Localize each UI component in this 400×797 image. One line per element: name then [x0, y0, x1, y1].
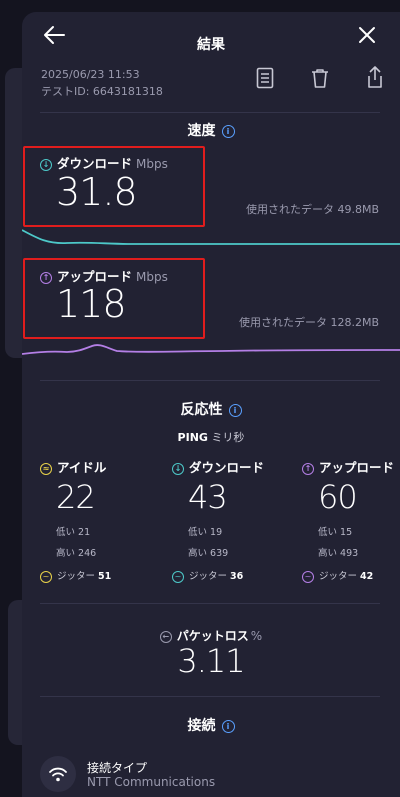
download-data-used: 使用されたデータ 49.8MB [245, 203, 379, 216]
ping-column-upload: ↑ アップロード 60 低い 15 高い 493 ~ ジッター 42 [302, 457, 400, 583]
test-datetime: 2025/06/23 11:53 [41, 68, 140, 81]
ping-column-idle: ≈ アイドル 22 低い 21 高い 246 ~ ジッター 51 [40, 457, 150, 583]
responsiveness-title-text: 反応性 [180, 402, 223, 418]
ping-download-icon: ↓ [172, 462, 184, 475]
packet-loss-label: パケットロス [176, 629, 249, 643]
responsiveness-info-icon[interactable]: i [228, 403, 242, 417]
idle-label: アイドル [57, 460, 107, 475]
ping-download-label: ダウンロード [189, 460, 265, 475]
packet-loss-value: 3.11 [177, 642, 245, 680]
upload-jitter-value: 42 [360, 571, 374, 582]
download-unit: Mbps [136, 157, 168, 171]
upload-data-used: 使用されたデータ 128.2MB [238, 316, 379, 329]
speed-title-text: 速度 [187, 123, 216, 139]
header-divider [40, 112, 380, 113]
speed-divider [40, 380, 380, 381]
idle-ping-value: 22 [56, 478, 96, 516]
document-icon[interactable] [256, 67, 274, 89]
download-value: 31.8 [56, 170, 138, 214]
page-title: 結果 [197, 37, 225, 53]
download-high: 高い 639 [188, 548, 229, 559]
upload-jitter-icon: ~ [302, 570, 314, 583]
connection-section-title: 接続 i [22, 715, 400, 735]
connection-info-icon[interactable]: i [221, 719, 235, 733]
download-jitter-label: ジッター [189, 571, 228, 582]
packet-loss-icon: ← [159, 630, 172, 643]
download-arrow-icon: ↓ [40, 158, 52, 171]
idle-jitter-value: 51 [98, 571, 112, 582]
result-sheet: 結果 2025/06/23 11:53 テストID: 6643181318 速度… [22, 12, 400, 797]
connection-title-text: 接続 [187, 718, 216, 734]
wifi-icon [40, 756, 76, 792]
upload-value: 118 [56, 282, 127, 326]
ping-upload-label: アップロード [319, 460, 395, 475]
ping-upload-label-row: ↑ アップロード [302, 457, 400, 476]
download-graph [22, 229, 400, 245]
upload-unit: Mbps [136, 270, 168, 284]
download-jitter-row: ~ ジッター 36 [172, 568, 282, 583]
connection-type-label: 接続タイプ [87, 761, 148, 775]
packet-loss-divider [40, 696, 380, 697]
ping-upload-icon: ↑ [302, 462, 314, 475]
share-icon[interactable] [366, 65, 384, 89]
packet-loss-unit: % [250, 629, 263, 643]
idle-low: 低い 21 [56, 527, 91, 538]
upload-jitter-row: ~ ジッター 42 [302, 568, 400, 583]
upload-graph [22, 344, 400, 355]
download-ping-value: 43 [188, 478, 228, 516]
trash-icon[interactable] [310, 67, 330, 89]
speed-section-title: 速度 i [22, 120, 400, 140]
idle-label-row: ≈ アイドル [40, 457, 150, 476]
upload-arrow-icon: ↑ [40, 271, 52, 284]
upload-low: 低い 15 [318, 527, 353, 538]
responsiveness-section-title: 反応性 i [22, 399, 400, 419]
idle-jitter-icon: ~ [40, 570, 52, 583]
test-id: テストID: 6643181318 [41, 85, 163, 98]
ping-download-label-row: ↓ ダウンロード [172, 457, 282, 476]
upload-ping-value: 60 [318, 478, 358, 516]
idle-jitter-label: ジッター [57, 571, 96, 582]
download-jitter-value: 36 [230, 571, 244, 582]
ping-unit: ミリ秒 [211, 431, 245, 444]
ping-label: PING [177, 431, 208, 444]
upload-high: 高い 493 [318, 548, 359, 559]
speed-info-icon[interactable]: i [221, 124, 235, 138]
download-label: ダウンロード [57, 156, 133, 171]
idle-high: 高い 246 [56, 548, 97, 559]
connection-provider: NTT Communications [87, 775, 216, 789]
close-icon[interactable] [358, 26, 376, 44]
ping-column-download: ↓ ダウンロード 43 低い 19 高い 639 ~ ジッター 36 [172, 457, 282, 583]
upload-jitter-label: ジッター [319, 571, 358, 582]
download-jitter-icon: ~ [172, 570, 184, 583]
idle-jitter-row: ~ ジッター 51 [40, 568, 150, 583]
ping-divider [40, 603, 380, 604]
ping-heading: PING ミリ秒 [22, 429, 400, 445]
idle-icon: ≈ [40, 462, 52, 475]
download-low: 低い 19 [188, 527, 223, 538]
